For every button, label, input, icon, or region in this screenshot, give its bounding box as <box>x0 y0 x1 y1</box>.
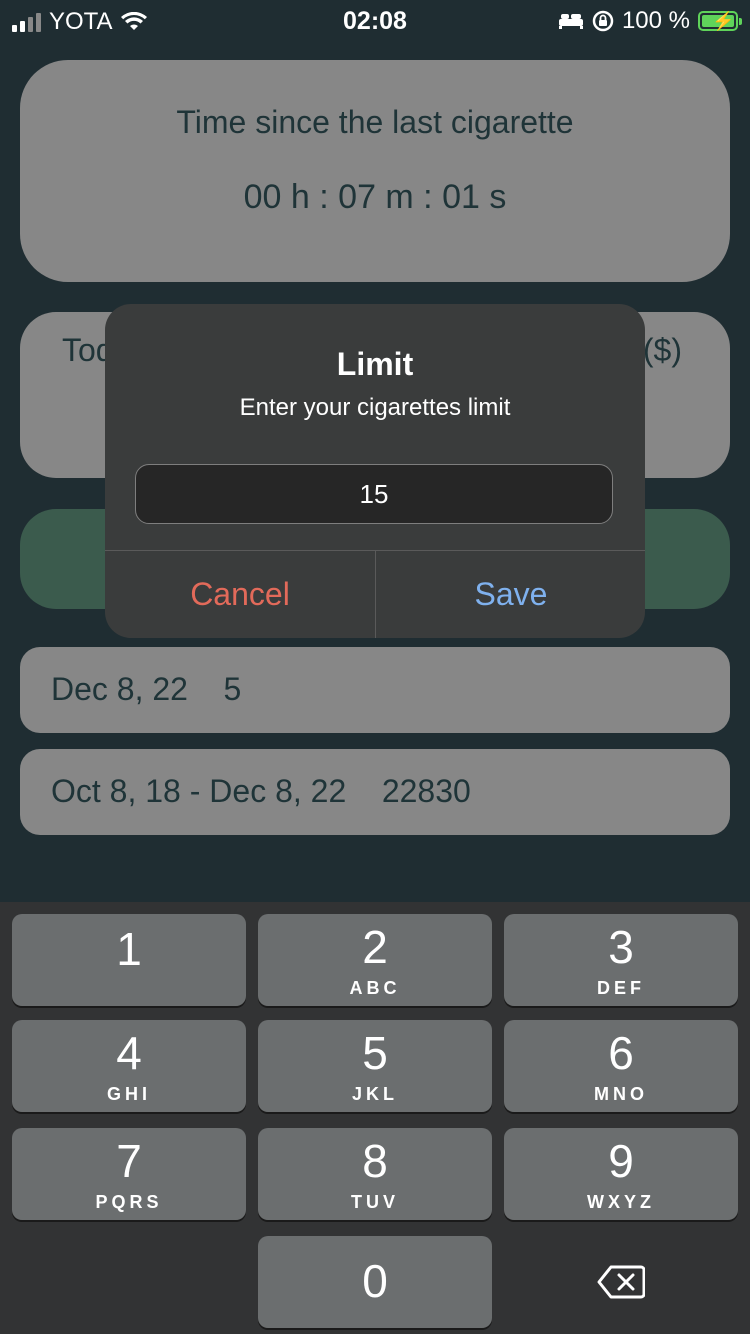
time-since-label: Time since the last cigarette <box>176 104 574 140</box>
save-button[interactable]: Save <box>376 551 645 638</box>
cancel-button[interactable]: Cancel <box>105 551 375 638</box>
history-row-text: Dec 8, 22 5 <box>51 671 242 707</box>
backspace-key[interactable] <box>504 1236 738 1328</box>
limit-dialog: Limit Enter your cigarettes limit 15 Can… <box>105 304 645 638</box>
time-since-card: Time since the last cigarette 00 h : 07 … <box>20 60 730 282</box>
key-3[interactable]: 3 DEF <box>504 914 738 1006</box>
today-card-right-text: ($) <box>642 332 682 368</box>
bed-icon <box>558 14 583 29</box>
number-pad: 1 2 ABC 3 DEF 4 GHI 5 JKL 6 MNO 7 PQRS 8… <box>0 902 750 1334</box>
key-6[interactable]: 6 MNO <box>504 1020 738 1112</box>
key-9[interactable]: 9 WXYZ <box>504 1128 738 1220</box>
key-4[interactable]: 4 GHI <box>12 1020 246 1112</box>
backspace-icon <box>597 1265 645 1299</box>
status-bar: YOTA 02:08 100 % ⚡ <box>0 0 750 42</box>
key-0[interactable]: 0 <box>258 1236 492 1328</box>
key-5[interactable]: 5 JKL <box>258 1020 492 1112</box>
key-2[interactable]: 2 ABC <box>258 914 492 1006</box>
history-row-today[interactable]: Dec 8, 22 5 <box>20 647 730 733</box>
history-row-text: Oct 8, 18 - Dec 8, 22 22830 <box>51 773 471 809</box>
battery-percent: 100 % <box>621 7 690 34</box>
key-7[interactable]: 7 PQRS <box>12 1128 246 1220</box>
key-8[interactable]: 8 TUV <box>258 1128 492 1220</box>
dialog-message: Enter your cigarettes limit <box>239 394 511 421</box>
limit-input[interactable]: 15 <box>135 464 613 524</box>
dialog-title: Limit <box>336 346 414 382</box>
battery-charging-icon: ⚡ <box>698 11 742 31</box>
history-row-total[interactable]: Oct 8, 18 - Dec 8, 22 22830 <box>20 749 730 835</box>
orientation-lock-icon <box>592 10 614 32</box>
key-1[interactable]: 1 <box>12 914 246 1006</box>
time-since-value: 00 h : 07 m : 01 s <box>243 178 507 216</box>
